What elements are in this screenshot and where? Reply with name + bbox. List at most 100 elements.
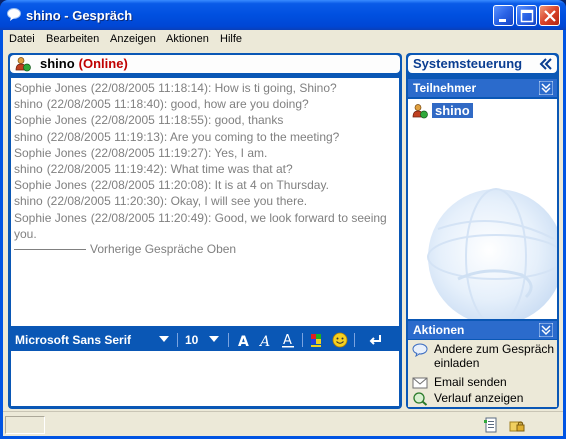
invite-bubble-icon bbox=[412, 343, 428, 357]
contact-status: (Online) bbox=[78, 56, 128, 71]
message-text: good, how are you doing? bbox=[170, 97, 309, 112]
message-text: Are you coming to the meeting? bbox=[169, 129, 340, 144]
toolbar-divider bbox=[177, 333, 178, 347]
menu-bearbeiten[interactable]: Bearbeiten bbox=[46, 33, 99, 45]
chevron-down-icon[interactable] bbox=[159, 336, 169, 342]
message-sender: shino bbox=[14, 97, 43, 112]
menu-aktionen[interactable]: Aktionen bbox=[166, 33, 209, 45]
invite-action[interactable]: Andere zum Gespräch einladen bbox=[412, 342, 557, 372]
window-title: shino - Gespräch bbox=[26, 8, 133, 23]
chat-message: Sophie Jones (22/08/2005 11:20:08): It is… bbox=[14, 177, 396, 193]
message-compose-input[interactable] bbox=[11, 351, 399, 406]
actions-list: Andere zum Gespräch einladen Email sende… bbox=[408, 340, 557, 407]
buddy-online-icon bbox=[15, 57, 31, 72]
system-control-header[interactable]: Systemsteuerung bbox=[408, 55, 557, 73]
svg-text:A: A bbox=[283, 333, 292, 348]
message-sender: shino bbox=[14, 162, 43, 177]
toolbar-divider bbox=[302, 333, 303, 347]
chat-message: Sophie Jones (22/08/2005 11:18:14): How i… bbox=[14, 80, 396, 96]
message-timestamp: (22/08/2005 11:18:14): bbox=[90, 81, 212, 95]
invite-label: Andere zum Gespräch einladen bbox=[434, 342, 555, 370]
close-button[interactable] bbox=[539, 5, 560, 26]
contact-card-icon[interactable] bbox=[483, 417, 499, 433]
message-timestamp: (22/08/2005 11:19:27): bbox=[90, 145, 212, 160]
history-label: Vorherige Gespräche Oben bbox=[90, 242, 237, 257]
history-divider: Vorherige Gespräche Oben bbox=[14, 242, 396, 256]
title-bar[interactable]: shino - Gespräch bbox=[0, 0, 566, 30]
chevron-down-icon[interactable] bbox=[209, 336, 219, 342]
view-history-action[interactable]: Verlauf anzeigen bbox=[412, 391, 557, 406]
contact-header: shino (Online) bbox=[10, 55, 400, 73]
history-magnifier-icon bbox=[413, 392, 428, 406]
menu-bar: Datei Bearbeiten Anzeigen Aktionen Hilfe bbox=[3, 30, 563, 49]
chat-transcript[interactable]: Sophie Jones (22/08/2005 11:18:14): How i… bbox=[11, 78, 399, 326]
participants-list: shino bbox=[408, 99, 557, 319]
bold-a-icon[interactable]: A bbox=[235, 332, 251, 348]
send-email-label: Email senden bbox=[434, 375, 507, 389]
participants-title: Teilnehmer bbox=[413, 81, 477, 95]
chat-message: Sophie Jones (22/08/2005 11:19:27): Yes, … bbox=[14, 145, 396, 161]
svg-text:A: A bbox=[238, 334, 249, 348]
chat-message: shino (22/08/2005 11:20:30): Okay, I will… bbox=[14, 193, 396, 209]
chat-message: Sophie Jones (22/08/2005 11:18:55): good,… bbox=[14, 112, 396, 128]
format-toolbar: Microsoft Sans Serif 10 A A A bbox=[11, 330, 399, 350]
actions-title: Aktionen bbox=[413, 323, 465, 337]
color-palette-icon[interactable] bbox=[309, 332, 325, 348]
participants-section-header[interactable]: Teilnehmer bbox=[408, 79, 557, 97]
italic-a-icon[interactable]: A bbox=[257, 332, 273, 348]
toolbar-divider bbox=[354, 333, 355, 347]
menu-datei[interactable]: Datei bbox=[9, 33, 35, 45]
divider-line bbox=[14, 248, 86, 250]
status-bar bbox=[3, 411, 563, 436]
maximize-button[interactable] bbox=[516, 5, 537, 26]
message-timestamp: (22/08/2005 11:20:30): bbox=[46, 194, 168, 209]
lock-folder-icon[interactable] bbox=[509, 417, 525, 433]
message-timestamp: (22/08/2005 11:18:40): bbox=[46, 97, 168, 112]
message-sender: shino bbox=[14, 194, 43, 209]
globe-watermark-icon bbox=[427, 188, 557, 319]
message-sender: shino bbox=[14, 129, 43, 144]
emoticon-smiley-icon[interactable] bbox=[332, 332, 348, 348]
chat-message: shino (22/08/2005 11:18:40): good, how ar… bbox=[14, 96, 396, 112]
send-enter-icon[interactable] bbox=[367, 332, 383, 348]
minimize-icon bbox=[499, 19, 506, 22]
system-control-title: Systemsteuerung bbox=[413, 56, 523, 71]
message-text: Yes, I am. bbox=[214, 145, 268, 160]
minimize-button[interactable] bbox=[493, 5, 514, 26]
double-chevron-down-icon[interactable] bbox=[539, 323, 553, 337]
message-sender: Sophie Jones bbox=[14, 145, 87, 160]
message-text: It is at 4 on Thursday. bbox=[214, 178, 329, 193]
message-timestamp: (22/08/2005 11:20:08): bbox=[90, 178, 212, 193]
menu-hilfe[interactable]: Hilfe bbox=[220, 33, 242, 45]
participant-name: shino bbox=[432, 103, 473, 118]
message-text: good, thanks bbox=[214, 113, 284, 128]
contact-name: shino (Online) bbox=[40, 56, 128, 71]
envelope-icon bbox=[412, 377, 428, 389]
menu-anzeigen[interactable]: Anzeigen bbox=[110, 33, 156, 45]
message-sender: Sophie Jones bbox=[14, 81, 87, 95]
chat-message: Sophie Jones (22/08/2005 11:20:49): Good,… bbox=[14, 210, 396, 242]
view-history-label: Verlauf anzeigen bbox=[434, 391, 524, 405]
message-timestamp: (22/08/2005 11:20:49): bbox=[90, 210, 212, 225]
message-text: What time was that at? bbox=[170, 162, 293, 177]
message-text: How is ti going, Shino? bbox=[214, 81, 337, 95]
message-sender: Sophie Jones bbox=[14, 113, 87, 128]
message-timestamp: (22/08/2005 11:19:42): bbox=[46, 162, 168, 177]
client-area: Datei Bearbeiten Anzeigen Aktionen Hilfe… bbox=[3, 30, 563, 436]
double-chevron-down-icon[interactable] bbox=[539, 81, 553, 95]
chat-pane: shino (Online) Sophie Jones (22/08/2005 11… bbox=[8, 53, 402, 409]
actions-section-header[interactable]: Aktionen bbox=[408, 321, 557, 339]
message-sender: Sophie Jones bbox=[14, 178, 87, 193]
chat-message: shino (22/08/2005 11:19:13): Are you comi… bbox=[14, 129, 396, 145]
font-name-select[interactable]: Microsoft Sans Serif bbox=[15, 333, 131, 347]
send-email-action[interactable]: Email senden bbox=[412, 375, 557, 389]
double-chevron-left-icon[interactable] bbox=[539, 57, 553, 71]
font-size-select[interactable]: 10 bbox=[185, 333, 198, 347]
message-timestamp: (22/08/2005 11:19:13): bbox=[46, 129, 168, 144]
message-sender: Sophie Jones bbox=[14, 210, 87, 225]
maximize-icon bbox=[520, 9, 534, 23]
underline-a-icon[interactable]: A bbox=[280, 332, 296, 348]
buddy-online-icon bbox=[412, 104, 428, 119]
system-control-panel: Systemsteuerung Teilnehmer shino Aktione… bbox=[406, 53, 559, 409]
conversation-window: shino - Gespräch Datei Bearbeiten Anzeig… bbox=[0, 0, 566, 439]
